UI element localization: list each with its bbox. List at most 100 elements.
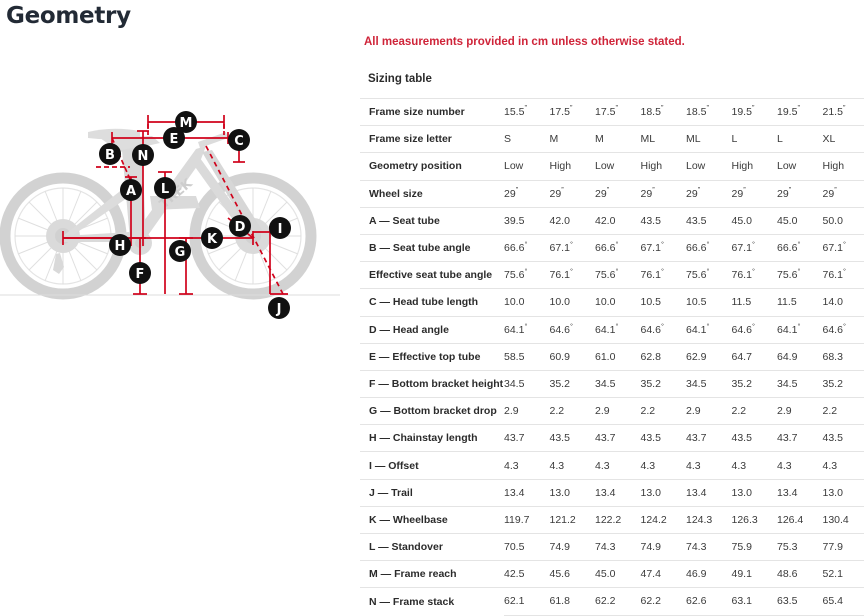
unit-mark: ° bbox=[570, 267, 573, 276]
marker-L: L bbox=[154, 177, 176, 199]
table-row: Frame size number15.5ˮ17.5ˮ17.5ˮ18.5ˮ18.… bbox=[360, 99, 864, 126]
table-cell: 67.1° bbox=[823, 234, 864, 261]
table-cell: 42.0 bbox=[550, 207, 596, 234]
table-cell: 35.2 bbox=[732, 370, 778, 397]
unit-mark: ° bbox=[706, 267, 709, 276]
row-label: A — Seat tube bbox=[360, 207, 504, 234]
table-row: H — Chainstay length43.743.543.743.543.7… bbox=[360, 425, 864, 452]
table-cell: 62.9 bbox=[686, 343, 732, 370]
unit-mark: ˮ bbox=[607, 185, 610, 194]
table-cell: High bbox=[641, 153, 687, 180]
unit-mark: ˮ bbox=[752, 104, 755, 113]
row-label: C — Head tube length bbox=[360, 289, 504, 316]
table-cell: 29ˮ bbox=[686, 180, 732, 207]
table-cell: 61.0 bbox=[595, 343, 641, 370]
table-cell: 2.2 bbox=[732, 398, 778, 425]
unit-mark: ° bbox=[615, 321, 618, 330]
row-label: B — Seat tube angle bbox=[360, 234, 504, 261]
row-label: H — Chainstay length bbox=[360, 425, 504, 452]
row-label: Geometry position bbox=[360, 153, 504, 180]
table-cell: 4.3 bbox=[550, 452, 596, 479]
table-cell: 11.5 bbox=[732, 289, 778, 316]
marker-J: J bbox=[268, 297, 290, 319]
unit-mark: ° bbox=[797, 267, 800, 276]
table-cell: High bbox=[823, 153, 864, 180]
sizing-table-body: Frame size number15.5ˮ17.5ˮ17.5ˮ18.5ˮ18.… bbox=[360, 99, 864, 616]
table-cell: 124.2 bbox=[641, 506, 687, 533]
table-row: G — Bottom bracket drop2.92.22.92.22.92.… bbox=[360, 398, 864, 425]
table-cell: Low bbox=[595, 153, 641, 180]
table-cell: 76.1° bbox=[732, 262, 778, 289]
table-cell: 76.1° bbox=[641, 262, 687, 289]
table-row: C — Head tube length10.010.010.010.510.5… bbox=[360, 289, 864, 316]
table-cell: 77.9 bbox=[823, 534, 864, 561]
row-label: Frame size letter bbox=[360, 126, 504, 153]
unit-mark: ° bbox=[615, 240, 618, 249]
table-cell: 67.1° bbox=[550, 234, 596, 261]
table-cell: 29ˮ bbox=[823, 180, 864, 207]
marker-G: G bbox=[169, 240, 191, 262]
row-label: D — Head angle bbox=[360, 316, 504, 343]
table-cell: 64.6° bbox=[641, 316, 687, 343]
table-cell: 43.5 bbox=[550, 425, 596, 452]
svg-text:N: N bbox=[138, 149, 149, 164]
table-cell: 29ˮ bbox=[641, 180, 687, 207]
unit-mark: ° bbox=[615, 267, 618, 276]
svg-text:B: B bbox=[105, 148, 115, 163]
unit-mark: ° bbox=[570, 321, 573, 330]
table-cell: 2.2 bbox=[550, 398, 596, 425]
table-cell: 64.6° bbox=[550, 316, 596, 343]
table-cell: 10.0 bbox=[504, 289, 550, 316]
unit-mark: ° bbox=[706, 240, 709, 249]
row-label: Frame size number bbox=[360, 99, 504, 126]
unit-mark: ° bbox=[661, 267, 664, 276]
table-cell: M bbox=[550, 126, 596, 153]
table-row: A — Seat tube39.542.042.043.543.545.045.… bbox=[360, 207, 864, 234]
table-cell: 121.2 bbox=[550, 506, 596, 533]
geometry-diagram-panel: TREK bbox=[0, 46, 350, 346]
table-cell: 126.3 bbox=[732, 506, 778, 533]
unit-mark: ˮ bbox=[615, 104, 618, 113]
table-cell: 45.0 bbox=[732, 207, 778, 234]
table-cell: L bbox=[777, 126, 823, 153]
unit-mark: ˮ bbox=[834, 185, 837, 194]
table-cell: 2.9 bbox=[777, 398, 823, 425]
table-cell: 11.5 bbox=[777, 289, 823, 316]
marker-A: A bbox=[120, 179, 142, 201]
svg-text:F: F bbox=[136, 267, 145, 282]
measurement-units-note: All measurements provided in cm unless o… bbox=[364, 28, 864, 50]
unit-mark: ° bbox=[843, 267, 846, 276]
table-cell: 18.5ˮ bbox=[686, 99, 732, 126]
table-cell: 29ˮ bbox=[777, 180, 823, 207]
table-cell: 13.0 bbox=[732, 479, 778, 506]
sizing-table-heading: Sizing table bbox=[368, 73, 864, 85]
unit-mark: ° bbox=[797, 321, 800, 330]
table-cell: 64.7 bbox=[732, 343, 778, 370]
unit-mark: ˮ bbox=[516, 185, 519, 194]
svg-text:E: E bbox=[170, 132, 179, 147]
svg-text:M: M bbox=[180, 116, 193, 131]
marker-I: I bbox=[269, 217, 291, 239]
table-cell: 43.5 bbox=[641, 425, 687, 452]
table-cell: 4.3 bbox=[641, 452, 687, 479]
table-cell: 43.5 bbox=[686, 207, 732, 234]
table-cell: XL bbox=[823, 126, 864, 153]
table-cell: 4.3 bbox=[595, 452, 641, 479]
table-cell: 10.5 bbox=[641, 289, 687, 316]
table-cell: 2.9 bbox=[686, 398, 732, 425]
row-label: E — Effective top tube bbox=[360, 343, 504, 370]
table-cell: 64.6° bbox=[732, 316, 778, 343]
table-cell: 67.1° bbox=[732, 234, 778, 261]
svg-text:D: D bbox=[235, 220, 246, 235]
marker-D: D bbox=[229, 215, 251, 237]
table-cell: 62.2 bbox=[595, 588, 641, 615]
table-cell: 64.6° bbox=[823, 316, 864, 343]
table-cell: 75.6° bbox=[777, 262, 823, 289]
unit-mark: ˮ bbox=[797, 104, 800, 113]
table-row: D — Head angle64.1°64.6°64.1°64.6°64.1°6… bbox=[360, 316, 864, 343]
unit-mark: ° bbox=[706, 321, 709, 330]
unit-mark: ˮ bbox=[743, 185, 746, 194]
unit-mark: ° bbox=[524, 321, 527, 330]
table-cell: 39.5 bbox=[504, 207, 550, 234]
table-cell: 62.8 bbox=[641, 343, 687, 370]
